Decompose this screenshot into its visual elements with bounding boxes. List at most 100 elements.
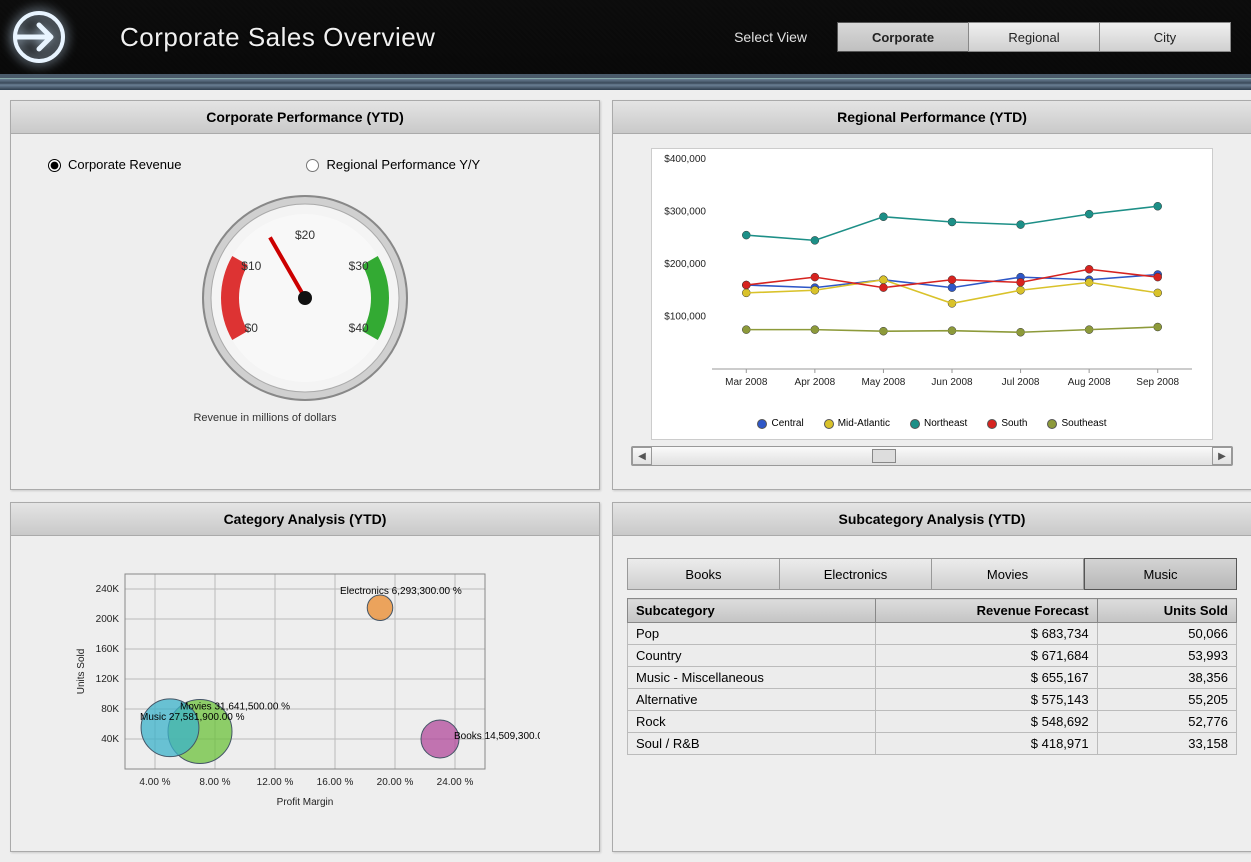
legend-label: Northeast bbox=[924, 418, 967, 429]
legend-item-south: South bbox=[987, 418, 1027, 429]
legend-label: Southeast bbox=[1061, 418, 1106, 429]
svg-text:$200,000: $200,000 bbox=[664, 259, 706, 270]
svg-text:Jun 2008: Jun 2008 bbox=[931, 377, 973, 388]
svg-text:12.00 %: 12.00 % bbox=[257, 777, 294, 788]
panel-regional-performance: Regional Performance (YTD) $100,000 $200,… bbox=[612, 100, 1251, 490]
chart-horizontal-scroll[interactable]: ◀ ▶ bbox=[631, 446, 1233, 466]
svg-text:Mar 2008: Mar 2008 bbox=[725, 377, 768, 388]
tab-electronics[interactable]: Electronics bbox=[780, 558, 932, 590]
tab-music[interactable]: Music bbox=[1084, 558, 1237, 590]
table-row: Pop$ 683,73450,066 bbox=[628, 623, 1237, 645]
regional-line-card: $100,000$200,000$300,000$400,000Mar 2008… bbox=[651, 148, 1213, 440]
table-row: Soul / R&B$ 418,97133,158 bbox=[628, 733, 1237, 755]
cell: 38,356 bbox=[1097, 667, 1236, 689]
svg-text:$100,000: $100,000 bbox=[664, 312, 706, 323]
radio-label: Corporate Revenue bbox=[68, 157, 181, 172]
radio-corporate-revenue[interactable]: Corporate Revenue bbox=[43, 156, 181, 172]
table-row: Rock$ 548,69252,776 bbox=[628, 711, 1237, 733]
cell: Rock bbox=[628, 711, 876, 733]
subcategory-table: SubcategoryRevenue ForecastUnits SoldPop… bbox=[627, 598, 1237, 755]
cell: $ 548,692 bbox=[876, 711, 1097, 733]
svg-text:$10: $10 bbox=[241, 259, 261, 273]
legend-item-northeast: Northeast bbox=[910, 418, 967, 429]
legend-dot bbox=[757, 419, 767, 429]
regional-legend: CentralMid-AtlanticNortheastSouthSouthea… bbox=[652, 418, 1212, 429]
table-row: Country$ 671,68453,993 bbox=[628, 645, 1237, 667]
svg-text:$20: $20 bbox=[295, 228, 315, 242]
scroll-right-arrow[interactable]: ▶ bbox=[1212, 447, 1232, 465]
cell: $ 671,684 bbox=[876, 645, 1097, 667]
svg-text:120K: 120K bbox=[96, 674, 120, 685]
panel-category-analysis: Category Analysis (YTD) 4.00 %8.00 %12.0… bbox=[10, 502, 600, 852]
view-button-corporate[interactable]: Corporate bbox=[837, 22, 969, 52]
legend-label: Central bbox=[771, 418, 803, 429]
app-header: Corporate Sales Overview Select View Cor… bbox=[0, 0, 1251, 78]
cell: 52,776 bbox=[1097, 711, 1236, 733]
svg-text:Music 27,581,900.00 %: Music 27,581,900.00 % bbox=[140, 712, 245, 723]
cell: $ 683,734 bbox=[876, 623, 1097, 645]
view-button-regional[interactable]: Regional bbox=[968, 22, 1100, 52]
app-logo bbox=[0, 0, 90, 74]
panel-corporate-performance: Corporate Performance (YTD) Corporate Re… bbox=[10, 100, 600, 490]
cell: $ 655,167 bbox=[876, 667, 1097, 689]
svg-text:20.00 %: 20.00 % bbox=[377, 777, 414, 788]
cell: 33,158 bbox=[1097, 733, 1236, 755]
legend-dot bbox=[1047, 419, 1057, 429]
svg-text:Jul 2008: Jul 2008 bbox=[1002, 377, 1040, 388]
legend-item-southeast: Southeast bbox=[1047, 418, 1106, 429]
svg-text:$300,000: $300,000 bbox=[664, 207, 706, 218]
cell: Country bbox=[628, 645, 876, 667]
svg-text:80K: 80K bbox=[101, 704, 119, 715]
radio-input[interactable] bbox=[48, 159, 61, 172]
radio-input[interactable] bbox=[306, 159, 319, 172]
cell: 50,066 bbox=[1097, 623, 1236, 645]
cell: Soul / R&B bbox=[628, 733, 876, 755]
cell: $ 418,971 bbox=[876, 733, 1097, 755]
table-row: Alternative$ 575,14355,205 bbox=[628, 689, 1237, 711]
svg-text:Books 14,509,300.00 %: Books 14,509,300.00 % bbox=[454, 731, 540, 742]
legend-label: South bbox=[1001, 418, 1027, 429]
revenue-gauge: $0$10$20$30$40 bbox=[175, 178, 435, 408]
legend-item-central: Central bbox=[757, 418, 803, 429]
panel-title: Regional Performance (YTD) bbox=[613, 101, 1251, 134]
svg-text:40K: 40K bbox=[101, 734, 119, 745]
panel-title: Corporate Performance (YTD) bbox=[11, 101, 599, 134]
svg-text:240K: 240K bbox=[96, 584, 120, 595]
tab-movies[interactable]: Movies bbox=[932, 558, 1084, 590]
cell: $ 575,143 bbox=[876, 689, 1097, 711]
panel-title: Subcategory Analysis (YTD) bbox=[613, 503, 1251, 536]
legend-dot bbox=[987, 419, 997, 429]
svg-text:160K: 160K bbox=[96, 644, 120, 655]
panel-subcategory-analysis: Subcategory Analysis (YTD) BooksElectron… bbox=[612, 502, 1251, 852]
svg-text:24.00 %: 24.00 % bbox=[437, 777, 474, 788]
cell: Pop bbox=[628, 623, 876, 645]
legend-dot bbox=[824, 419, 834, 429]
table-row: Music - Miscellaneous$ 655,16738,356 bbox=[628, 667, 1237, 689]
category-bubble-chart: 4.00 %8.00 %12.00 %16.00 %20.00 %24.00 %… bbox=[70, 564, 540, 824]
legend-dot bbox=[910, 419, 920, 429]
svg-text:200K: 200K bbox=[96, 614, 120, 625]
scroll-left-arrow[interactable]: ◀ bbox=[632, 447, 652, 465]
svg-text:$30: $30 bbox=[349, 259, 369, 273]
scroll-grip[interactable] bbox=[872, 449, 896, 463]
svg-text:Sep 2008: Sep 2008 bbox=[1136, 377, 1179, 388]
cell: Alternative bbox=[628, 689, 876, 711]
cell: 55,205 bbox=[1097, 689, 1236, 711]
radio-regional-performance-y-y[interactable]: Regional Performance Y/Y bbox=[301, 156, 480, 172]
svg-text:Aug 2008: Aug 2008 bbox=[1068, 377, 1111, 388]
page-title: Corporate Sales Overview bbox=[120, 22, 435, 53]
gauge-wrap: $0$10$20$30$40 Revenue in millions of do… bbox=[19, 178, 591, 424]
view-button-city[interactable]: City bbox=[1099, 22, 1231, 52]
radio-label: Regional Performance Y/Y bbox=[326, 157, 480, 172]
subcategory-tabbar: BooksElectronicsMoviesMusic bbox=[627, 558, 1237, 590]
dashboard-grid: Corporate Performance (YTD) Corporate Re… bbox=[0, 90, 1251, 862]
svg-text:16.00 %: 16.00 % bbox=[317, 777, 354, 788]
svg-text:Electronics 6,293,300.00 %: Electronics 6,293,300.00 % bbox=[340, 586, 462, 597]
svg-text:4.00 %: 4.00 % bbox=[139, 777, 170, 788]
col-header: Subcategory bbox=[628, 599, 876, 623]
performance-radio-group: Corporate Revenue Regional Performance Y/… bbox=[19, 142, 591, 178]
svg-text:$40: $40 bbox=[349, 321, 369, 335]
select-view-label: Select View bbox=[734, 29, 807, 45]
svg-text:May 2008: May 2008 bbox=[861, 377, 905, 388]
tab-books[interactable]: Books bbox=[627, 558, 780, 590]
